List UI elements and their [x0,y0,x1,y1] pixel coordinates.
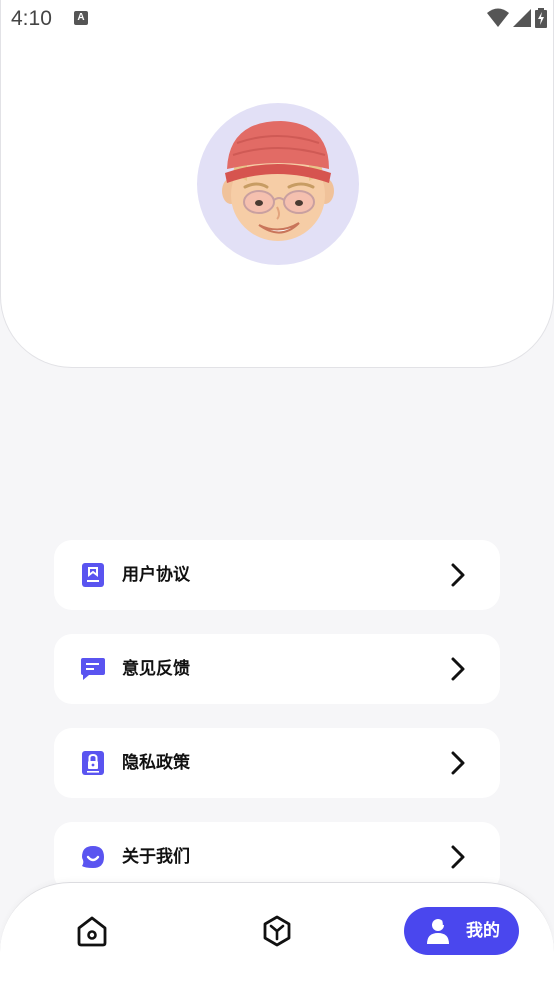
chevron-right-icon [451,751,465,775]
person-icon [427,919,449,944]
notification-a-icon: A [74,11,88,25]
status-bar: 4:10 A [1,0,554,38]
signal-icon [513,9,531,27]
status-icons [487,8,547,28]
bottom-nav: 我的 [0,882,554,984]
chevron-right-icon [451,563,465,587]
wifi-icon [487,8,509,27]
menu-item-user-agreement[interactable]: 用户协议 [54,540,500,610]
menu-item-label: 隐私政策 [122,753,190,773]
memoji-avatar-icon [222,121,334,241]
chevron-right-icon [451,845,465,869]
menu-item-label: 意见反馈 [122,659,190,679]
avatar[interactable] [197,103,359,265]
menu-item-label: 关于我们 [122,847,190,867]
home-icon[interactable] [74,913,110,949]
document-icon [82,563,104,587]
menu-item-privacy-policy[interactable]: 隐私政策 [54,728,500,798]
menu-item-feedback[interactable]: 意见反馈 [54,634,500,704]
status-time: 4:10 [11,7,52,30]
lock-icon [82,751,104,775]
chevron-right-icon [451,657,465,681]
profile-header: 4:10 A [0,0,554,368]
battery-icon [535,8,547,28]
cube-icon[interactable] [259,913,295,949]
message-icon [81,658,105,680]
menu-item-label: 用户协议 [122,565,190,585]
nav-tab-mine-label: 我的 [466,921,500,941]
nav-tab-mine[interactable]: 我的 [404,907,519,955]
smile-icon [82,846,104,868]
